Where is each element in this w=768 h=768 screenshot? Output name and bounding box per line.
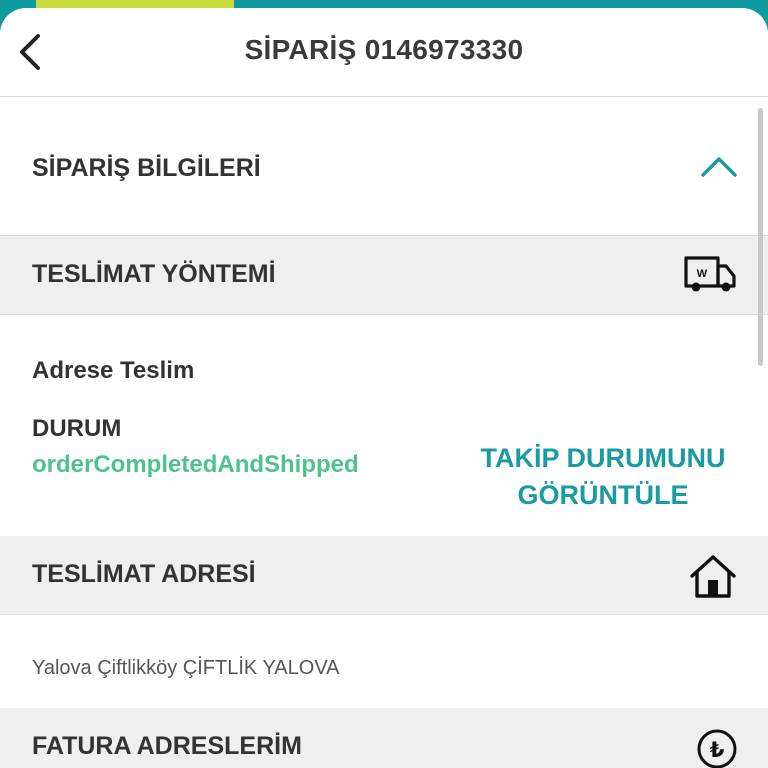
billing-address-header[interactable]: FATURA ADRESLERİM ₺ (0, 708, 768, 768)
delivery-method-body: Adrese Teslim DURUM orderCompletedAndShi… (0, 315, 768, 535)
status-value: orderCompletedAndShipped (32, 451, 359, 478)
delivery-method-title: TESLİMAT YÖNTEMİ (32, 260, 276, 288)
delivery-address-body: Yalova Çiftlikköy ÇİFTLİK YALOVA (0, 615, 768, 707)
track-order-link[interactable]: TAKİP DURUMUNU GÖRÜNTÜLE (462, 440, 744, 514)
header: SİPARİŞ 0146973330 (0, 8, 768, 97)
order-info-section[interactable]: SİPARİŞ BİLGİLERİ (0, 97, 768, 236)
delivery-address-value: Yalova Çiftlikköy ÇİFTLİK YALOVA (32, 657, 340, 679)
chevron-up-icon[interactable] (700, 155, 738, 179)
lira-coin-icon: ₺ (697, 729, 737, 768)
page-title: SİPARİŞ 0146973330 (244, 34, 524, 65)
delivery-address-header: TESLİMAT ADRESİ (0, 536, 768, 615)
status-label: DURUM (32, 415, 122, 442)
delivery-address-title: TESLİMAT ADRESİ (32, 560, 256, 588)
order-info-title: SİPARİŞ BİLGİLERİ (32, 154, 261, 182)
currency-symbol: ₺ (710, 738, 725, 762)
delivery-method-value: Adrese Teslim (32, 357, 195, 384)
delivery-truck-icon: W (684, 256, 736, 292)
billing-address-title: FATURA ADRESLERİM (32, 732, 302, 760)
scrollbar[interactable] (758, 108, 763, 366)
order-detail-sheet: SİPARİŞ 0146973330 SİPARİŞ BİLGİLERİ TES… (0, 8, 768, 768)
delivery-method-header: TESLİMAT YÖNTEMİ W (0, 236, 768, 315)
track-order-line1: TAKİP DURUMUNU (480, 443, 726, 473)
track-order-line2: GÖRÜNTÜLE (517, 480, 689, 510)
home-icon (690, 555, 736, 598)
truck-letter: W (697, 268, 708, 280)
